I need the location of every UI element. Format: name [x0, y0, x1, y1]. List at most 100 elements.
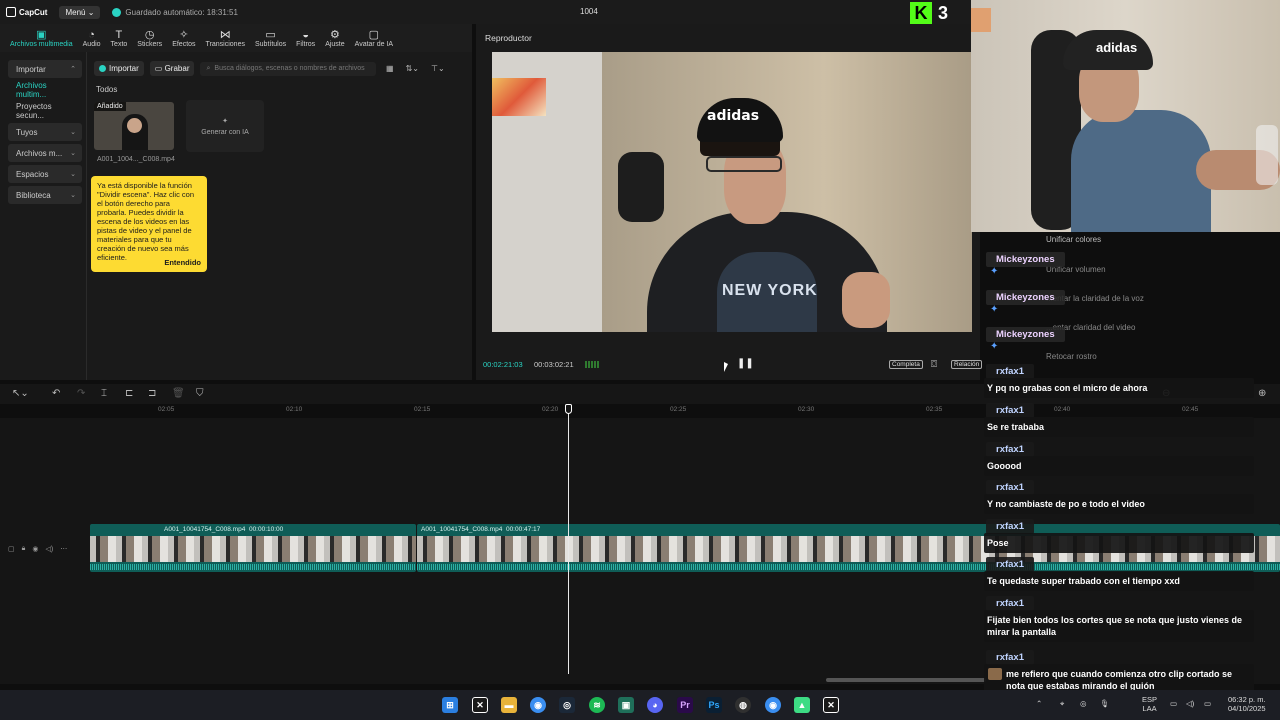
search-input[interactable]: ⌕ Busca diálogos, escenas o nombres de ar…: [200, 61, 377, 76]
import-button[interactable]: Importar: [94, 61, 144, 76]
capcut-icon[interactable]: ✕: [472, 697, 488, 713]
volume-tray-icon[interactable]: ◁): [1186, 699, 1194, 708]
tool-subtitles[interactable]: ▭ Subtítulos: [251, 29, 290, 52]
split-icon[interactable]: ⌶: [101, 388, 107, 399]
subtitles-icon: ▭: [265, 29, 276, 41]
filter-icon[interactable]: ⊤⌄: [431, 64, 445, 73]
clip-name: A001_10041754_C008.mp4: [164, 526, 246, 533]
premiere-icon[interactable]: Pr: [677, 697, 693, 713]
track-cover-icon[interactable]: ▢: [8, 545, 15, 553]
tool-effects[interactable]: ✧ Efectos: [168, 29, 199, 52]
project-title: 1004: [580, 7, 598, 16]
tool-media[interactable]: ▣ Archivos multimedia: [6, 29, 77, 52]
windows-start-icon[interactable]: ⊞: [442, 697, 458, 713]
video-cap-logo: adidas: [707, 108, 760, 124]
tray-network-icon[interactable]: ⌖: [1060, 699, 1064, 708]
chevron-down-icon: ⌄: [70, 171, 76, 178]
discord-icon[interactable]: ◕: [647, 697, 663, 713]
clip-frames: [90, 536, 416, 562]
media-thumbnail[interactable]: Añadido: [94, 102, 174, 150]
eye-icon[interactable]: ◉: [32, 545, 38, 553]
adjust-icon: ⚙: [329, 29, 340, 41]
kick-overlay: K 3: [910, 2, 948, 24]
tool-adjust[interactable]: ⚙ Ajuste: [321, 29, 348, 52]
added-badge: Añadido: [94, 102, 126, 111]
record-button[interactable]: ▭ Grabar: [149, 61, 195, 76]
tool-transitions[interactable]: ⋈ Transiciones: [202, 29, 249, 52]
tool-filters[interactable]: ◒ Filtros: [292, 29, 319, 52]
tool-stickers[interactable]: ◷ Stickers: [133, 29, 166, 52]
sidebar-item-yours[interactable]: Tuyos ⌄: [8, 123, 82, 141]
autosave-text: Guardado automático: 18:31:51: [125, 7, 238, 17]
code-editor-icon[interactable]: ▣: [618, 697, 634, 713]
verified-badge-icon: ✦: [990, 304, 999, 315]
clip-label: A001_10041754_C008.mp4 00:00:10:00: [164, 526, 283, 533]
split-right-icon[interactable]: ⊐: [148, 388, 156, 399]
keyboard-language[interactable]: ESP LAA: [1142, 695, 1157, 713]
timeline-scrollbar[interactable]: [826, 678, 986, 682]
shield-icon[interactable]: ⛉: [196, 388, 204, 399]
tooltip-ok-button[interactable]: Entendido: [164, 258, 201, 267]
audio-meter-icon: [585, 361, 599, 368]
lock-icon[interactable]: 🔒︎: [22, 545, 26, 553]
sidebar-item-label: Archivos multim...: [16, 81, 47, 99]
video-poster: [492, 78, 546, 116]
sidebar-item-media-m[interactable]: Archivos m... ⌄: [8, 144, 82, 162]
photoshop-icon[interactable]: Ps: [706, 697, 722, 713]
select-tool-icon[interactable]: ↖⌄: [12, 388, 29, 399]
grid-view-icon[interactable]: ▦: [386, 64, 394, 73]
clock[interactable]: 06:32 p. m. 04/10/2025: [1228, 695, 1266, 713]
audio-icon: ◔: [88, 29, 95, 41]
fit-screen-icon[interactable]: ⌼: [931, 359, 937, 370]
file-explorer-icon[interactable]: ▬: [501, 697, 517, 713]
volume-icon[interactable]: ◁): [45, 545, 53, 553]
pause-icon[interactable]: ❚❚: [737, 358, 754, 369]
tool-ai-avatar[interactable]: ▢ Avatar de IA: [351, 29, 397, 52]
android-studio-icon[interactable]: ▲: [794, 697, 810, 713]
menu-button[interactable]: Menú ⌄: [59, 5, 101, 19]
chevron-up-icon: ⌃: [70, 66, 76, 73]
ai-avatar-icon: ▢: [368, 29, 380, 41]
undo-icon[interactable]: ↶: [52, 388, 60, 399]
generate-ai-button[interactable]: ✦ Generar con IA: [186, 100, 264, 152]
sort-icon[interactable]: ⇅⌄: [406, 64, 419, 73]
tool-text[interactable]: T Texto: [107, 29, 132, 52]
setting-unify-colors[interactable]: Unificar colores: [1046, 235, 1101, 244]
tool-label: Stickers: [137, 41, 163, 48]
aspect-ratio-button[interactable]: Relación: [951, 360, 983, 369]
video-clip[interactable]: A001_10041754_C008.mp4 00:00:10:00: [90, 524, 416, 572]
obs-icon[interactable]: ◍: [735, 697, 751, 713]
tool-label: Audio: [82, 41, 101, 48]
steam-icon[interactable]: ◎: [559, 697, 575, 713]
tray-mic-icon[interactable]: 🎙︎: [1100, 699, 1110, 708]
chrome-icon[interactable]: ◉: [530, 697, 546, 713]
sidebar-item-spaces[interactable]: Espacios ⌄: [8, 165, 82, 183]
media-file-name: A001_1004..._C008.mp4: [97, 156, 175, 163]
sidebar-item-media-files[interactable]: Archivos multim...: [8, 81, 82, 99]
wifi-icon[interactable]: ▭: [1170, 699, 1177, 708]
tray-overflow-icon[interactable]: ⌃: [1036, 699, 1042, 708]
playhead-handle[interactable]: [565, 404, 572, 414]
chrome-alt-icon[interactable]: ◉: [765, 697, 781, 713]
sidebar-item-library[interactable]: Biblioteca ⌄: [8, 186, 82, 204]
chevron-down-icon: ⌄: [70, 192, 76, 199]
fullscreen-button[interactable]: Completa: [889, 360, 923, 369]
tray-app-icon[interactable]: ◎: [1080, 699, 1087, 708]
tool-audio[interactable]: ◔ Audio: [79, 29, 105, 52]
sidebar-item-secondary-projects[interactable]: Proyectos secun...: [8, 102, 82, 120]
chat-username: Mickeyzones: [986, 290, 1065, 305]
capcut-active-icon[interactable]: ✕: [823, 697, 839, 713]
battery-icon[interactable]: ▭: [1204, 699, 1211, 708]
more-icon[interactable]: ⋯: [60, 545, 67, 553]
redo-icon[interactable]: ↷: [77, 388, 85, 399]
chat-username: rxfax1: [986, 596, 1034, 611]
sidebar-item-import[interactable]: Importar ⌃: [8, 60, 82, 78]
video-preview[interactable]: adidas NEW YORK: [492, 52, 972, 332]
verified-badge-icon: ✦: [990, 341, 999, 352]
tool-label: Efectos: [172, 41, 196, 48]
split-left-icon[interactable]: ⊏: [125, 388, 133, 399]
spotify-icon[interactable]: ≋: [589, 697, 605, 713]
playhead[interactable]: [568, 404, 569, 674]
video-backpack: [618, 152, 664, 222]
delete-icon[interactable]: 🗑: [172, 388, 185, 399]
